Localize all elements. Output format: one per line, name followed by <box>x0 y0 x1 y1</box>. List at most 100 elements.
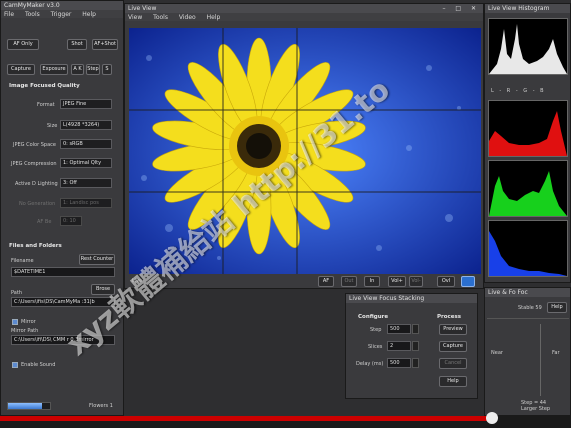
ak-button[interactable]: A K <box>71 64 84 75</box>
live-view-window: Live View – □ ✕ View Tools Video Help Li… <box>124 3 484 289</box>
lighting-select[interactable]: 3: Off <box>60 178 112 188</box>
progress-bar <box>7 402 51 410</box>
compression-select[interactable]: 1: Optimal Qlty <box>60 158 112 168</box>
slices-spinner[interactable] <box>412 341 419 351</box>
focus-separator <box>487 318 569 319</box>
lv-ovl-button[interactable]: Ovl <box>437 276 455 287</box>
step-spinner[interactable] <box>412 324 419 334</box>
process-section: Process <box>437 314 462 320</box>
lv-vol-minus-button[interactable]: Vol- <box>409 276 423 287</box>
filename-input[interactable]: $DATETIME1 <box>11 267 115 277</box>
af-be-label: AF Be <box>37 219 52 225</box>
focus-stacking-title: Live View Focus Stacking <box>346 294 477 303</box>
reset-counter-button[interactable]: Rest Counter <box>79 254 115 265</box>
af-shot-button[interactable]: AF+Shot <box>92 39 118 50</box>
focus-help-button[interactable]: Help <box>547 302 567 313</box>
format-label: Format <box>37 102 55 108</box>
slices-label: Slices <box>368 344 383 350</box>
size-label: Size <box>47 123 58 129</box>
player-progress <box>0 416 490 421</box>
capture-button[interactable]: Capture <box>7 64 35 75</box>
configure-section: Configure <box>358 314 389 320</box>
mirror-path-label: Mirror Path <box>11 328 39 334</box>
live-view-title-text: Live View <box>128 5 157 12</box>
compression-label: JPEG Compression <box>11 161 57 167</box>
delay-input[interactable]: 500 <box>387 358 411 368</box>
shot-button[interactable]: Shot <box>67 39 87 50</box>
step-input[interactable]: 500 <box>387 324 411 334</box>
blue-histogram <box>488 220 568 277</box>
larger-step-label: Larger Step <box>521 406 551 412</box>
live-view-menu-bar: View Tools Video Help <box>125 13 483 21</box>
path-label: Path <box>11 290 22 296</box>
player-bar[interactable] <box>0 412 571 428</box>
mirror-path-input[interactable]: C:\Users\ifi\DS\ CMM r 0.3mirror <box>11 335 115 345</box>
color-space-label: JPEG Color Space <box>13 142 56 148</box>
live-view-image[interactable] <box>129 28 481 274</box>
color-space-select[interactable]: 0: sRGB <box>60 139 112 149</box>
lighting-label: Active D Lighting <box>15 181 58 187</box>
path-input[interactable]: C:\Users\ifis\DS\CamMyMa :31|b <box>11 297 115 307</box>
mirror-checkbox[interactable] <box>12 319 18 325</box>
step-label: Step <box>370 327 382 333</box>
histogram-title: Live View Histogram <box>485 4 570 13</box>
progress-fill <box>8 403 42 409</box>
flowers-status: Flowers 1 <box>89 403 113 409</box>
focus-divider <box>540 324 541 396</box>
luminance-histogram <box>488 18 568 75</box>
menu-trigger[interactable]: Trigger <box>51 11 72 18</box>
enable-sound-checkbox[interactable] <box>12 362 18 368</box>
main-menu-bar: File Tools Trigger Help <box>1 10 123 18</box>
cancel-button[interactable]: Cancel <box>439 358 467 369</box>
menu-file[interactable]: File <box>4 11 14 18</box>
af-only-button[interactable]: AF Only <box>7 39 39 50</box>
size-select[interactable]: L(4928 *3264) <box>60 120 112 130</box>
player-knob[interactable] <box>486 412 498 424</box>
af-be-select[interactable]: 0: 10 <box>60 216 82 226</box>
menu-help[interactable]: Help <box>82 11 96 18</box>
s-button[interactable]: S <box>102 64 112 75</box>
green-histogram <box>488 160 568 217</box>
format-select[interactable]: JPEG Fine <box>60 99 112 109</box>
fs-capture-button[interactable]: Capture <box>439 341 467 352</box>
step-button[interactable]: Step <box>86 64 100 75</box>
live-view-title: Live View – □ ✕ <box>125 4 483 13</box>
red-histogram <box>488 100 568 157</box>
live-label: Live <box>132 278 143 284</box>
main-window-title: CamMyMaker v3.0 <box>1 1 123 10</box>
menu-view[interactable]: View <box>128 14 142 21</box>
lv-out-button[interactable]: Out <box>341 276 357 287</box>
near-label: Near <box>491 350 503 356</box>
preview-button[interactable]: Preview <box>439 324 467 335</box>
enable-sound-label: Enable Sound <box>21 362 56 368</box>
lv-af-button[interactable]: AF <box>318 276 334 287</box>
lv-in-button[interactable]: In <box>364 276 380 287</box>
menu-lv-tools[interactable]: Tools <box>153 14 168 21</box>
histogram-channels: L - R - G - B <box>491 88 546 94</box>
lv-settings-icon[interactable] <box>461 276 475 287</box>
live-view-toolbar: Live AF Out In Vol+ Vol- Ovl <box>125 274 483 288</box>
slices-input[interactable]: 2 <box>387 341 411 351</box>
image-quality-section: Image Focused Quality <box>9 83 80 89</box>
flower-image <box>129 28 481 274</box>
main-window: CamMyMaker v3.0 File Tools Trigger Help … <box>0 0 124 416</box>
exposure-button[interactable]: Exposure <box>40 64 68 75</box>
histogram-window: Live View Histogram L - R - G - B <box>484 3 571 283</box>
delay-spinner[interactable] <box>412 358 419 368</box>
stable-label: Stable 59 <box>518 305 542 311</box>
lv-vol-button[interactable]: Vol+ <box>388 276 406 287</box>
window-controls[interactable]: – □ ✕ <box>442 5 480 12</box>
no-generation-select[interactable]: 1: Landisc pos <box>60 198 112 208</box>
focus-stacking-window: Live View Focus Stacking Configure Proce… <box>345 293 478 399</box>
filename-label: Filename <box>11 258 34 264</box>
menu-video[interactable]: Video <box>179 14 196 21</box>
menu-lv-help[interactable]: Help <box>207 14 221 21</box>
far-label: Far <box>552 350 560 356</box>
browse-button[interactable]: Brose <box>91 284 115 295</box>
fs-help-button[interactable]: Help <box>439 376 467 387</box>
menu-tools[interactable]: Tools <box>25 11 40 18</box>
delay-label: Delay (ms) <box>356 361 384 367</box>
no-generation-label: No Generation <box>19 201 56 207</box>
files-section: Files and Folders <box>9 243 62 249</box>
focus-panel-title: Live & Fo Foc <box>485 288 570 297</box>
